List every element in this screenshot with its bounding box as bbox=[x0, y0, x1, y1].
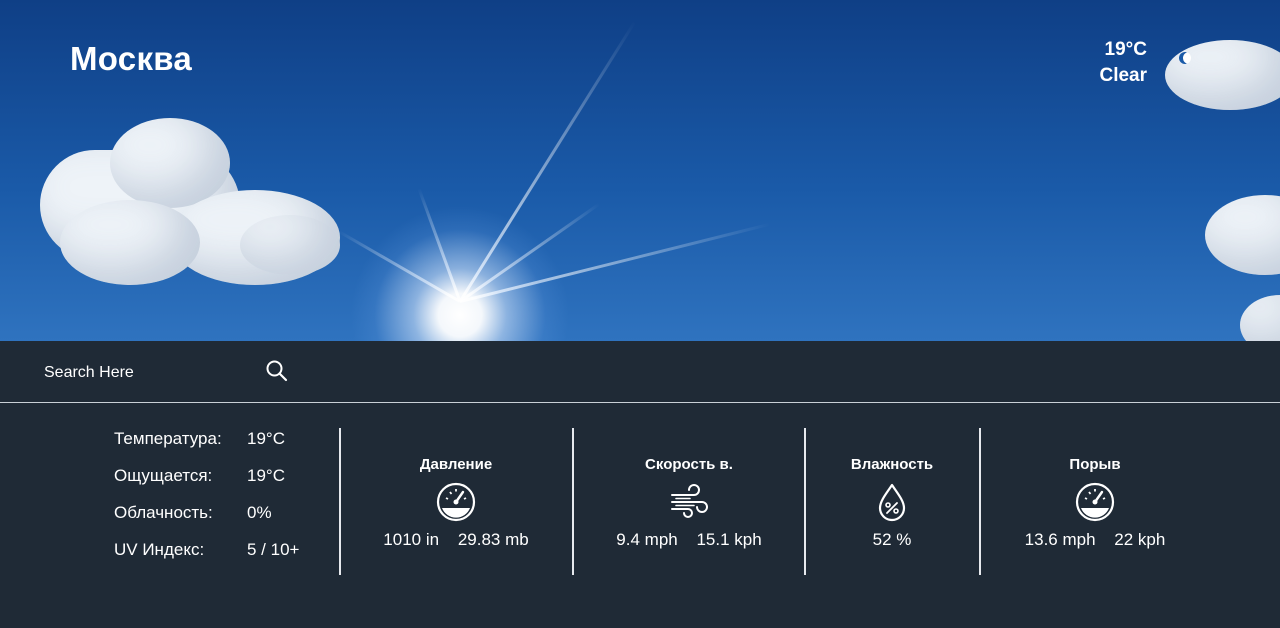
gust-kph: 22 kph bbox=[1114, 530, 1166, 549]
search-icon[interactable] bbox=[264, 358, 290, 384]
search-input[interactable] bbox=[42, 362, 286, 384]
card-title: Влажность bbox=[850, 456, 934, 473]
moon-icon bbox=[1179, 52, 1191, 64]
stat-row-cloudiness: Облачность: 0% bbox=[114, 503, 344, 525]
card-title: Порыв bbox=[1069, 456, 1121, 473]
stat-label: Ощущается: bbox=[114, 466, 213, 485]
card-title: Скорость в. bbox=[645, 456, 733, 473]
stat-value: 19°C bbox=[247, 466, 285, 485]
wind-mph: 9.4 mph bbox=[616, 530, 678, 549]
pressure-mb: 29.83 mb bbox=[457, 530, 529, 549]
pressure-in: 1010 in bbox=[383, 530, 440, 549]
stat-label: Облачность: bbox=[114, 503, 213, 522]
gauge-icon bbox=[436, 482, 476, 522]
stat-value: 0% bbox=[247, 503, 272, 522]
card-title: Давление bbox=[419, 456, 493, 473]
stat-row-feels-like: Ощущается: 19°C bbox=[114, 466, 344, 488]
wind-card: Скорость в. 9.4 mph 15.1 kph bbox=[574, 455, 804, 551]
gust-mph: 13.6 mph bbox=[1024, 530, 1096, 549]
stat-row-temperature: Температура: 19°C bbox=[114, 429, 344, 451]
humidity-value: 52 % bbox=[872, 530, 912, 549]
stat-value: 19°C bbox=[247, 429, 285, 448]
sun-image bbox=[350, 205, 570, 341]
stat-value: 5 / 10+ bbox=[247, 540, 300, 559]
humidity-drop-icon bbox=[878, 483, 906, 522]
wind-kph: 15.1 kph bbox=[696, 530, 762, 549]
stat-row-uv-index: UV Индекс: 5 / 10+ bbox=[114, 540, 344, 562]
humidity-card: Влажность 52 % bbox=[777, 455, 1007, 551]
stat-label: Температура: bbox=[114, 429, 222, 448]
stat-label: UV Индекс: bbox=[114, 540, 205, 559]
wind-icon bbox=[671, 484, 708, 518]
gauge-icon bbox=[1075, 482, 1115, 522]
current-weather-summary: 19°C Clear bbox=[1099, 37, 1147, 89]
city-title: Москва bbox=[70, 40, 193, 77]
current-temp: 19°C bbox=[1104, 39, 1147, 60]
gust-card: Порыв 13.6 mph 22 kph bbox=[980, 455, 1210, 551]
pressure-card: Давление 1010 in 29.83 mb bbox=[341, 455, 571, 551]
current-condition: Clear bbox=[1099, 65, 1147, 86]
divider bbox=[0, 402, 1280, 403]
